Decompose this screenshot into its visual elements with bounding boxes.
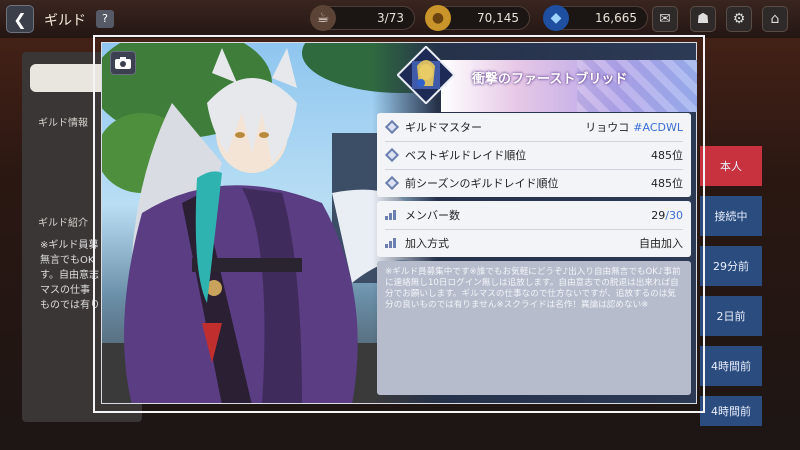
gem-icon: ◆ (543, 5, 569, 31)
guild-intro-text: ※ギルド員募集中です※誰でもお気軽にどうぞ♪出入り自由無言でもOK♪事前に連絡無… (385, 267, 681, 310)
row-value: 485位 (651, 149, 683, 162)
mail-icon: ✉ (659, 11, 671, 27)
coffee-value: 3/73 (377, 11, 404, 25)
row-value: 485位 (651, 177, 683, 190)
screen-title: ギルド (44, 13, 86, 29)
guild-tag[interactable]: #ACDWL (633, 121, 683, 134)
row-label: メンバー数 (405, 209, 460, 222)
mail-button[interactable]: ✉ (652, 6, 678, 32)
row-label: ギルドマスター (405, 121, 482, 134)
diamond-bullet-icon (384, 119, 400, 135)
screenshot-button[interactable] (110, 51, 136, 75)
bg-guild-intro-label: ギルド紹介 (38, 218, 88, 229)
diamond-bullet-icon (384, 175, 400, 191)
question-icon: ? (102, 12, 108, 25)
member-status: 2日前 (700, 296, 762, 336)
coffee-icon: ☕ (310, 5, 336, 31)
guild-name: 衝撃のファーストブリッド (472, 72, 628, 87)
bar-chart-icon (385, 238, 397, 248)
row-label: 加入方式 (405, 237, 449, 250)
member-status: 本人 (700, 146, 762, 186)
guild-info-card: ギルドマスター リョウコ #ACDWL ベストギルドレイド順位 485位 前シーズ… (377, 113, 691, 197)
row-label: 前シーズンのギルドレイド順位 (405, 177, 559, 190)
join-type-row: 加入方式 自由加入 (377, 229, 691, 257)
bg-guild-info-label: ギルド情報 (38, 118, 88, 129)
gold-counter: ● 70,145 (425, 5, 530, 31)
gem-value: 16,665 (595, 11, 637, 25)
guild-emblem-icon (397, 46, 455, 104)
bell-icon: ☗ (696, 11, 710, 27)
row-value: リョウコ #ACDWL (585, 119, 683, 135)
member-current: 29 (651, 208, 666, 222)
member-count-value: 29/30 (651, 209, 683, 222)
help-button[interactable]: ? (96, 10, 114, 28)
bar-chart-icon (385, 210, 397, 220)
notice-button[interactable]: ☗ (690, 6, 716, 32)
back-arrow-icon: ❮ (13, 9, 27, 29)
camera-icon (115, 57, 131, 69)
bg-intro-preview: ※ギルド員募 無言でもOK す。自由意志 マスの仕事 ものでは有り (40, 240, 100, 311)
guild-master-row: ギルドマスター リョウコ #ACDWL (377, 113, 691, 141)
guild-master-name: リョウコ (585, 121, 630, 134)
membership-card: メンバー数 29/30 加入方式 自由加入 (377, 201, 691, 257)
top-bar: ❮ ギルド ? ☕ 3/73 ● 70,145 ◆ 16,665 ✉ ☗ ⚙ ⌂ (0, 0, 800, 38)
home-button[interactable]: ⌂ (762, 6, 788, 32)
member-count-row: メンバー数 29/30 (377, 201, 691, 229)
last-season-raid-rank-row: 前シーズンのギルドレイド順位 485位 (377, 169, 691, 197)
diamond-bullet-icon (384, 147, 400, 163)
member-status: 接続中 (700, 196, 762, 236)
gold-value: 70,145 (477, 11, 519, 25)
best-raid-rank-row: ベストギルドレイド順位 485位 (377, 141, 691, 169)
home-icon: ⌂ (770, 11, 780, 27)
member-status: 4時間前 (700, 396, 762, 426)
gem-counter: ◆ 16,665 (543, 5, 648, 31)
member-status: 4時間前 (700, 346, 762, 386)
join-type-value: 自由加入 (639, 237, 683, 250)
settings-button[interactable]: ⚙ (726, 6, 752, 32)
row-label: ベストギルドレイド順位 (405, 149, 527, 162)
back-button[interactable]: ❮ (6, 5, 34, 33)
settings-gear-icon: ⚙ (732, 11, 746, 27)
member-max: /30 (665, 208, 683, 222)
coffee-counter: ☕ 3/73 (310, 5, 415, 31)
gold-coin-icon: ● (425, 5, 451, 31)
guild-intro-box[interactable]: ※ギルド員募集中です※誰でもお気軽にどうぞ♪出入り自由無言でもOK♪事前に連絡無… (377, 261, 691, 395)
member-status: 29分前 (700, 246, 762, 286)
